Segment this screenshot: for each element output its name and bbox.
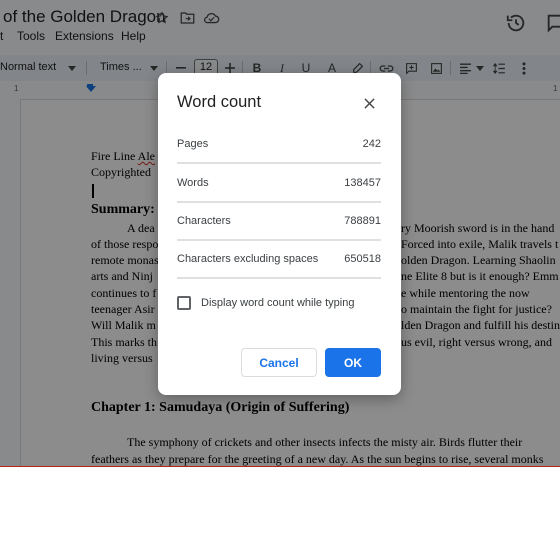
divider: [177, 239, 381, 241]
stat-row-pages: Pages 242: [177, 138, 381, 176]
stat-row-characters-no-spaces: Characters excluding spaces 650518: [177, 253, 381, 291]
stat-label: Characters: [177, 215, 231, 227]
cancel-button[interactable]: Cancel: [241, 348, 317, 377]
stat-row-words: Words 138457: [177, 177, 381, 215]
divider: [177, 277, 381, 279]
divider: [177, 201, 381, 203]
docs-app: of the Golden Dragon t Tools Extensions …: [0, 0, 560, 467]
stat-label: Characters excluding spaces: [177, 253, 319, 265]
divider: [0, 466, 560, 467]
divider: [177, 162, 381, 164]
stat-value: 650518: [344, 253, 381, 265]
close-icon[interactable]: [360, 94, 378, 112]
stat-label: Pages: [177, 138, 209, 150]
stat-label: Words: [177, 177, 209, 189]
checkbox-label[interactable]: Display word count while typing: [201, 297, 354, 309]
stat-value: 242: [362, 138, 381, 150]
ok-button[interactable]: OK: [325, 348, 381, 377]
stat-row-characters: Characters 788891: [177, 215, 381, 253]
word-count-checkbox[interactable]: [177, 296, 191, 310]
stat-value: 788891: [344, 215, 381, 227]
stat-value: 138457: [344, 177, 381, 189]
word-count-dialog: Word count Pages 242 Words 138457 Charac…: [158, 73, 401, 395]
dialog-title: Word count: [177, 93, 262, 111]
